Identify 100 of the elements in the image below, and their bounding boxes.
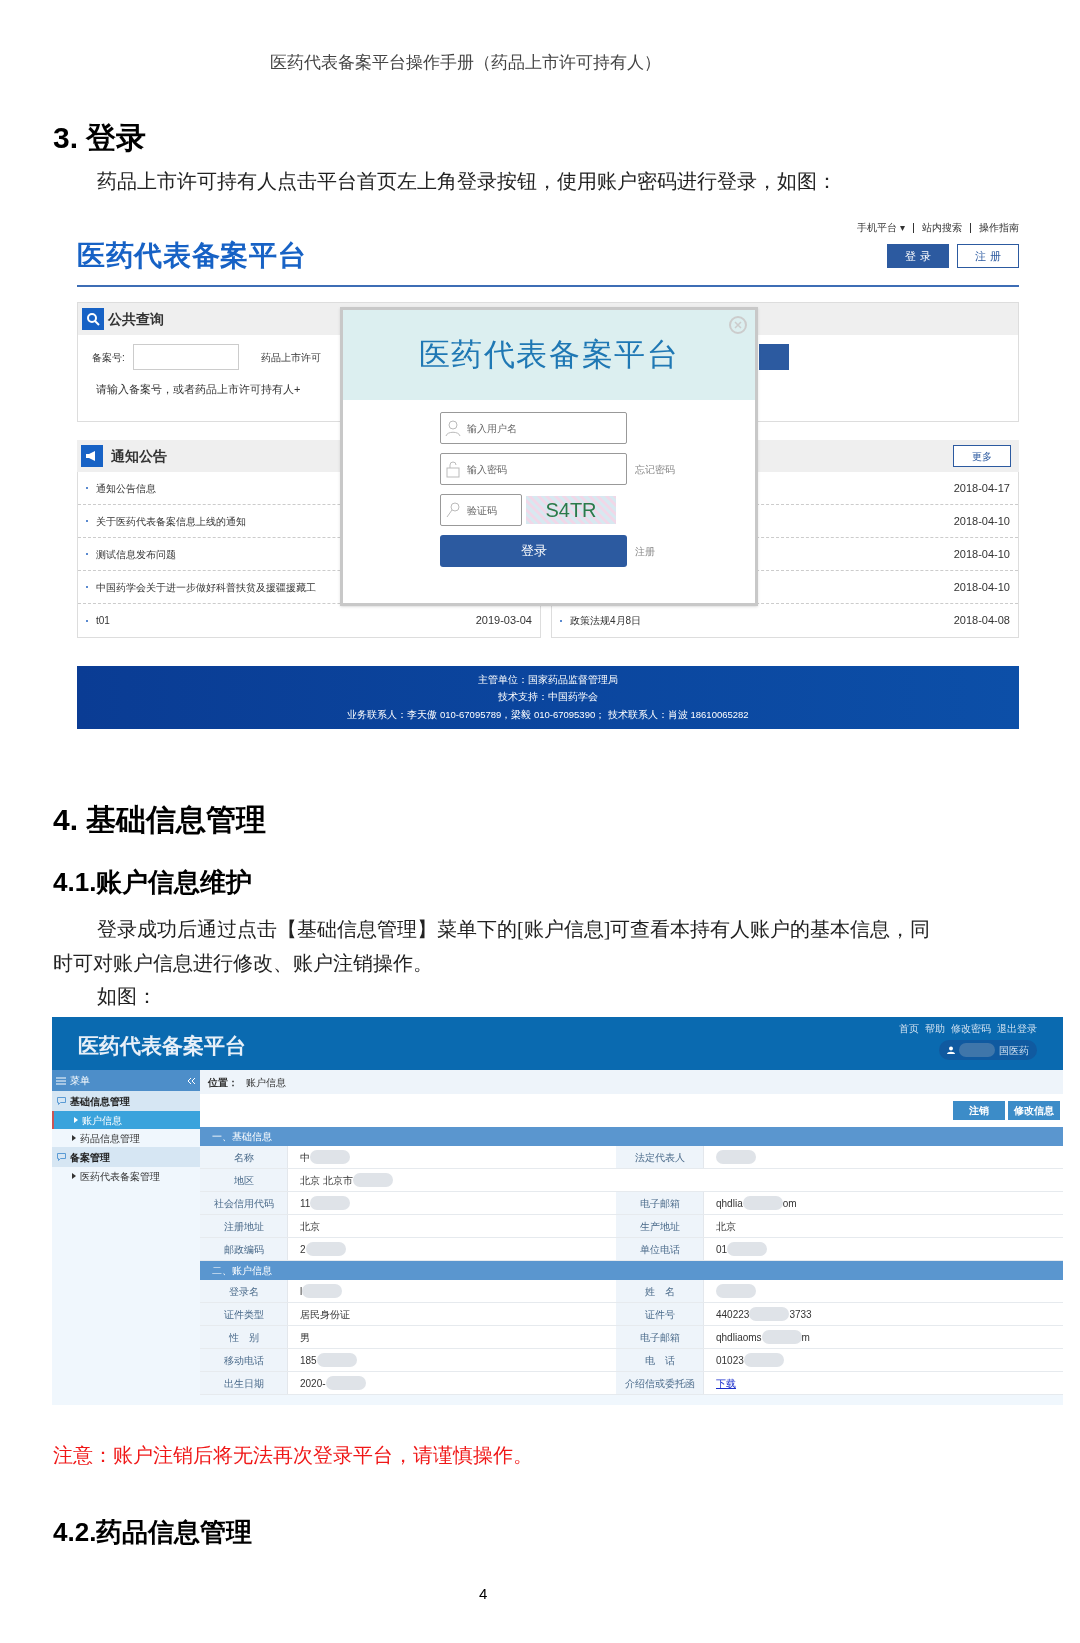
subsection-heading: 4.1.账户信息维护 <box>53 866 254 899</box>
hint-text: 请输入备案号，或者药品上市许可持有人+ <box>95 382 302 397</box>
breadcrumb: 账户信息 <box>246 1075 286 1090</box>
top-link[interactable]: 首页 <box>899 1021 919 1036</box>
top-link[interactable]: 帮助 <box>925 1021 945 1036</box>
action-button[interactable]: 修改信息 <box>1008 1101 1060 1120</box>
forgot-password-link[interactable]: 忘记密码 <box>635 461 675 477</box>
menu-group[interactable]: 备案管理 <box>52 1147 200 1167</box>
notice-link[interactable]: 关于医药代表备案信息上线的通知 <box>96 513 246 529</box>
menu-group[interactable]: 基础信息管理 <box>52 1091 200 1111</box>
top-link[interactable]: 站内搜索 <box>922 220 962 235</box>
section-heading: 4. 基础信息管理 <box>53 802 268 838</box>
register-button[interactable]: 注 册 <box>957 244 1019 268</box>
section-heading: 3. 登录 <box>53 120 148 156</box>
download-link[interactable]: 下载 <box>716 1375 736 1391</box>
captcha-image: S4TR <box>526 496 616 524</box>
more-button[interactable]: 更多 <box>953 445 1011 467</box>
login-button[interactable]: 登 录 <box>887 244 949 268</box>
action-button[interactable]: 注销 <box>953 1101 1005 1120</box>
notice-link[interactable]: 中国药学会关于进一步做好科普扶贫及援疆援藏工 <box>96 579 316 595</box>
username-field[interactable]: 输入用户名 <box>440 412 627 444</box>
menu-item[interactable]: 医药代表备案管理 <box>80 1168 160 1184</box>
notice-date: 2018-04-08 <box>953 613 1010 629</box>
section-bar: 一、基础信息 <box>200 1127 1063 1146</box>
site-logo: 医药代表备案平台 <box>78 1033 246 1059</box>
field-label: 性 别 <box>200 1326 288 1348</box>
top-link[interactable]: 退出登录 <box>997 1021 1037 1036</box>
notice-link[interactable]: 政策法规4月8日 <box>570 613 642 628</box>
field-label: 介绍信或委托函 <box>616 1372 704 1394</box>
field-value: 01023 <box>716 1353 744 1368</box>
field-label: 单位电话 <box>616 1238 704 1260</box>
field-value: 男 <box>300 1330 310 1345</box>
warning-note: 注意：账户注销后将无法再次登录平台，请谨慎操作。 <box>53 1443 533 1468</box>
field-label: 社会信用代码 <box>200 1192 288 1214</box>
notice-link[interactable]: 通知公告信息 <box>96 480 156 496</box>
field-label: 邮政编码 <box>200 1238 288 1260</box>
dialog-logo: 医药代表备案平台 <box>418 335 680 374</box>
field-label: 登录名 <box>200 1280 288 1302</box>
top-link[interactable]: 修改密码 <box>951 1021 991 1036</box>
footer-text: 主管单位：国家药品监督管理局 <box>478 673 618 688</box>
field-label: 出生日期 <box>200 1372 288 1394</box>
field-label: 移动电话 <box>200 1349 288 1371</box>
top-link[interactable]: 手机平台 ▾ <box>857 220 905 235</box>
notice-link[interactable]: t01 <box>96 613 110 628</box>
subsection-heading: 4.2.药品信息管理 <box>53 1516 253 1549</box>
footer-text: 业务联系人：李天傲 010-67095789，梁毅 010-67095390； 技术联系人：肖波 18610065282 <box>347 707 749 722</box>
field-value: 440223 <box>716 1307 750 1322</box>
field-label: 证件类型 <box>200 1303 288 1325</box>
field-value: m <box>801 1330 810 1345</box>
register-link[interactable]: 注册 <box>635 543 655 559</box>
notice-date: 2018-04-10 <box>953 546 1010 562</box>
paragraph: 药品上市许可持有人点击平台首页左上角登录按钮，使用账户密码进行登录，如图： <box>96 169 838 194</box>
page-number: 4 <box>479 1584 488 1604</box>
top-link[interactable]: 操作指南 <box>979 220 1019 235</box>
section-bar: 二、账户信息 <box>200 1261 1063 1280</box>
paragraph: 登录成功后通过点击【基础信息管理】菜单下的[账户信息]可查看本持有人账户的基本信息，同时可对账户信息进行修改、账户注销操作。 <box>53 917 932 976</box>
notice-date: 2019-03-04 <box>475 613 532 629</box>
field-value: 北京 <box>300 1219 320 1234</box>
notice-date: 2018-04-10 <box>953 513 1010 529</box>
submit-button[interactable]: 登录 <box>440 535 627 567</box>
field-value: 01 <box>716 1242 728 1257</box>
field-value: 2 <box>300 1242 306 1257</box>
field-label: 姓 名 <box>616 1280 704 1302</box>
field-label: 注册地址 <box>200 1215 288 1237</box>
field-value: 3733 <box>789 1307 812 1322</box>
field-value: qhdlia <box>716 1196 743 1211</box>
notice-date: 2018-04-10 <box>953 579 1010 595</box>
field-label: 药品上市许可 <box>260 350 321 365</box>
panel-title: 通知公告 <box>111 446 167 466</box>
field-label: 电 话 <box>616 1349 704 1371</box>
menu-item[interactable]: 药品信息管理 <box>80 1130 140 1146</box>
field-label: 备案号: <box>92 350 125 365</box>
field-value: om <box>782 1196 797 1211</box>
field-value: 185 <box>300 1353 317 1368</box>
field-value: 2020- <box>300 1376 326 1391</box>
field-label: 电子邮箱 <box>616 1326 704 1348</box>
site-logo: 医药代表备案平台 <box>77 239 307 273</box>
field-label: 法定代表人 <box>616 1146 704 1168</box>
field-value: l <box>300 1284 303 1299</box>
user-badge[interactable]: 国医药 <box>939 1040 1037 1060</box>
captcha-field[interactable]: 验证码 <box>440 494 522 526</box>
field-value: 11 <box>300 1196 311 1211</box>
user-name: 国医药 <box>999 1043 1029 1058</box>
notice-link[interactable]: 测试信息发布问题 <box>96 546 176 562</box>
password-field[interactable]: 输入密码 <box>440 453 627 485</box>
figure-caption: 如图： <box>96 984 158 1009</box>
notice-date: 2018-04-17 <box>953 480 1010 496</box>
field-value: 北京 北京市 <box>300 1173 353 1188</box>
field-label: 名称 <box>200 1146 288 1168</box>
field-label: 地区 <box>200 1169 288 1191</box>
field-value: 居民身份证 <box>300 1307 350 1322</box>
panel-title: 公共查询 <box>108 309 164 329</box>
footer-text: 技术支持：中国药学会 <box>498 690 598 705</box>
field-label: 电子邮箱 <box>616 1192 704 1214</box>
document-header: 医药代表备案平台操作手册（药品上市许可持有人） <box>270 52 661 74</box>
field-value: qhdliaoms <box>716 1330 762 1345</box>
breadcrumb-label: 位置： <box>208 1075 238 1090</box>
field-value: 中 <box>300 1150 310 1165</box>
field-label: 证件号 <box>616 1303 704 1325</box>
field-label: 生产地址 <box>616 1215 704 1237</box>
